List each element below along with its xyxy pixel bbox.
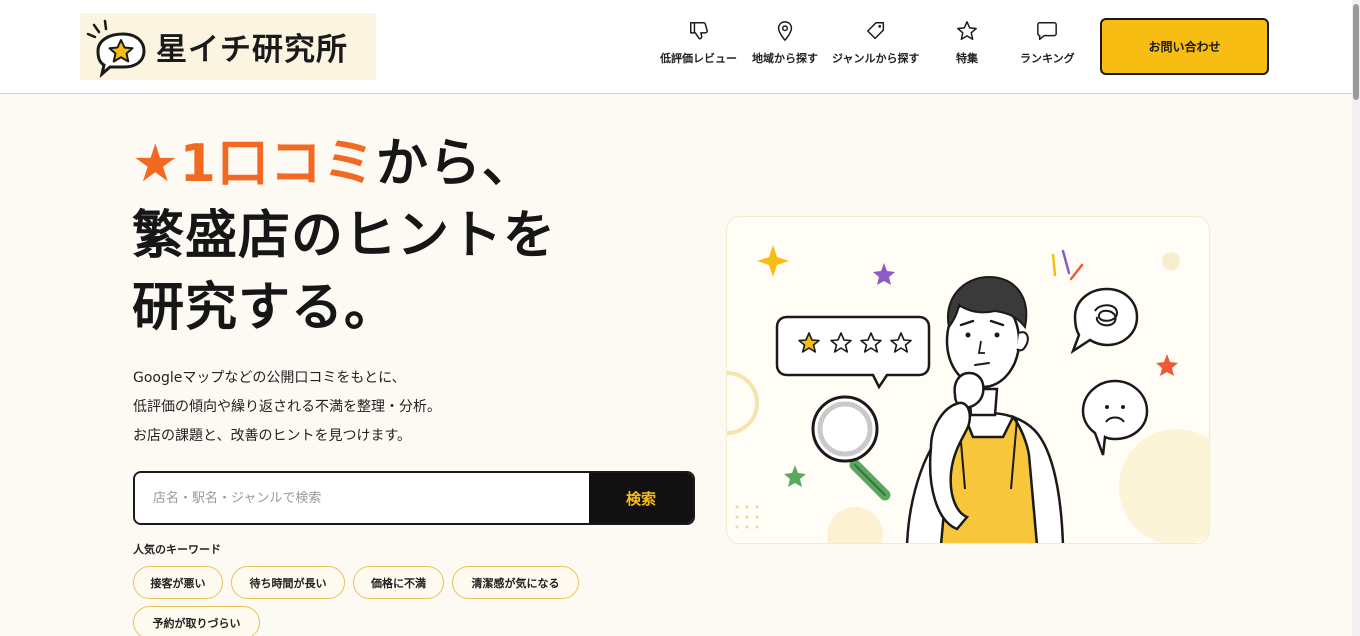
sparkle-icon — [757, 245, 789, 277]
map-pin-icon — [777, 21, 793, 42]
nav-search-by-genre[interactable]: ジャンルから探す — [832, 20, 919, 70]
logo-star-bubble-icon — [80, 13, 150, 80]
nav-low-rating-reviews[interactable]: 低評価レビュー — [660, 20, 737, 70]
keyword-chip[interactable]: 待ち時間が長い — [231, 566, 345, 599]
hero-desc-line1: Googleマップなどの公開口コミをもとに、 — [133, 370, 406, 386]
sad-face-bubble-icon — [1081, 379, 1149, 456]
keyword-chip[interactable]: 清潔感が気になる — [452, 566, 579, 599]
hero-title-line2: 繁盛店のヒントを — [132, 206, 557, 266]
purple-star-icon — [873, 263, 895, 285]
logo-text: 星イチ研究所 — [156, 32, 348, 68]
nav-label: ランキング — [1020, 52, 1075, 65]
red-star-icon — [1156, 354, 1178, 376]
green-star-icon — [784, 465, 806, 487]
tag-icon — [866, 22, 884, 40]
contact-button[interactable]: お問い合わせ — [1100, 18, 1269, 75]
thumbs-down-icon — [689, 22, 708, 40]
star-icon — [957, 21, 977, 40]
hero-title: ★1口コミから、 繁盛店のヒントを 研究する。 — [132, 128, 556, 344]
site-logo[interactable]: 星イチ研究所 — [80, 13, 376, 80]
nav-label: 低評価レビュー — [660, 52, 737, 65]
popular-keywords-label: 人気のキーワード — [133, 543, 221, 556]
nav-label: 特集 — [956, 52, 978, 65]
keyword-chip[interactable]: 価格に不満 — [353, 566, 444, 599]
nav-search-by-area[interactable]: 地域から探す — [752, 20, 818, 70]
keyword-chip[interactable]: 予約が取りづらい — [133, 606, 260, 636]
nav-label: 地域から探す — [752, 52, 818, 65]
site-header: 星イチ研究所 低評価レビュー 地域から探す ジャンルから探す 特集 ランキング … — [0, 0, 1352, 94]
search-form: 検索 — [133, 471, 695, 525]
hero-illustration — [726, 216, 1210, 544]
nav-label: ジャンルから探す — [832, 52, 920, 65]
frustration-bubble-icon — [1070, 287, 1139, 355]
magnifier-icon — [811, 395, 891, 501]
keyword-chip[interactable]: 接客が悪い — [133, 566, 223, 599]
search-button[interactable]: 検索 — [589, 473, 693, 523]
page-scrollbar[interactable] — [1352, 0, 1360, 636]
scrollbar-thumb[interactable] — [1353, 4, 1359, 100]
chat-bubble-icon — [1037, 22, 1058, 40]
thinking-person-illustration — [905, 275, 1065, 543]
hero-title-accent: ★1口コミ — [132, 134, 376, 194]
hero-title-line1-rest: から、 — [375, 134, 535, 194]
hero-title-line3: 研究する。 — [132, 278, 398, 338]
hero-desc-line2: 低評価の傾向や繰り返される不満を整理・分析。 — [133, 399, 441, 415]
search-input[interactable] — [135, 473, 589, 523]
nav-features[interactable]: 特集 — [956, 20, 978, 70]
nav-ranking[interactable]: ランキング — [1020, 20, 1075, 70]
hero-description: Googleマップなどの公開口コミをもとに、 低評価の傾向や繰り返される不満を整… — [133, 364, 441, 451]
hero-desc-line3: お店の課題と、改善のヒントを見つけます。 — [133, 428, 412, 444]
rating-bubble — [775, 315, 931, 390]
